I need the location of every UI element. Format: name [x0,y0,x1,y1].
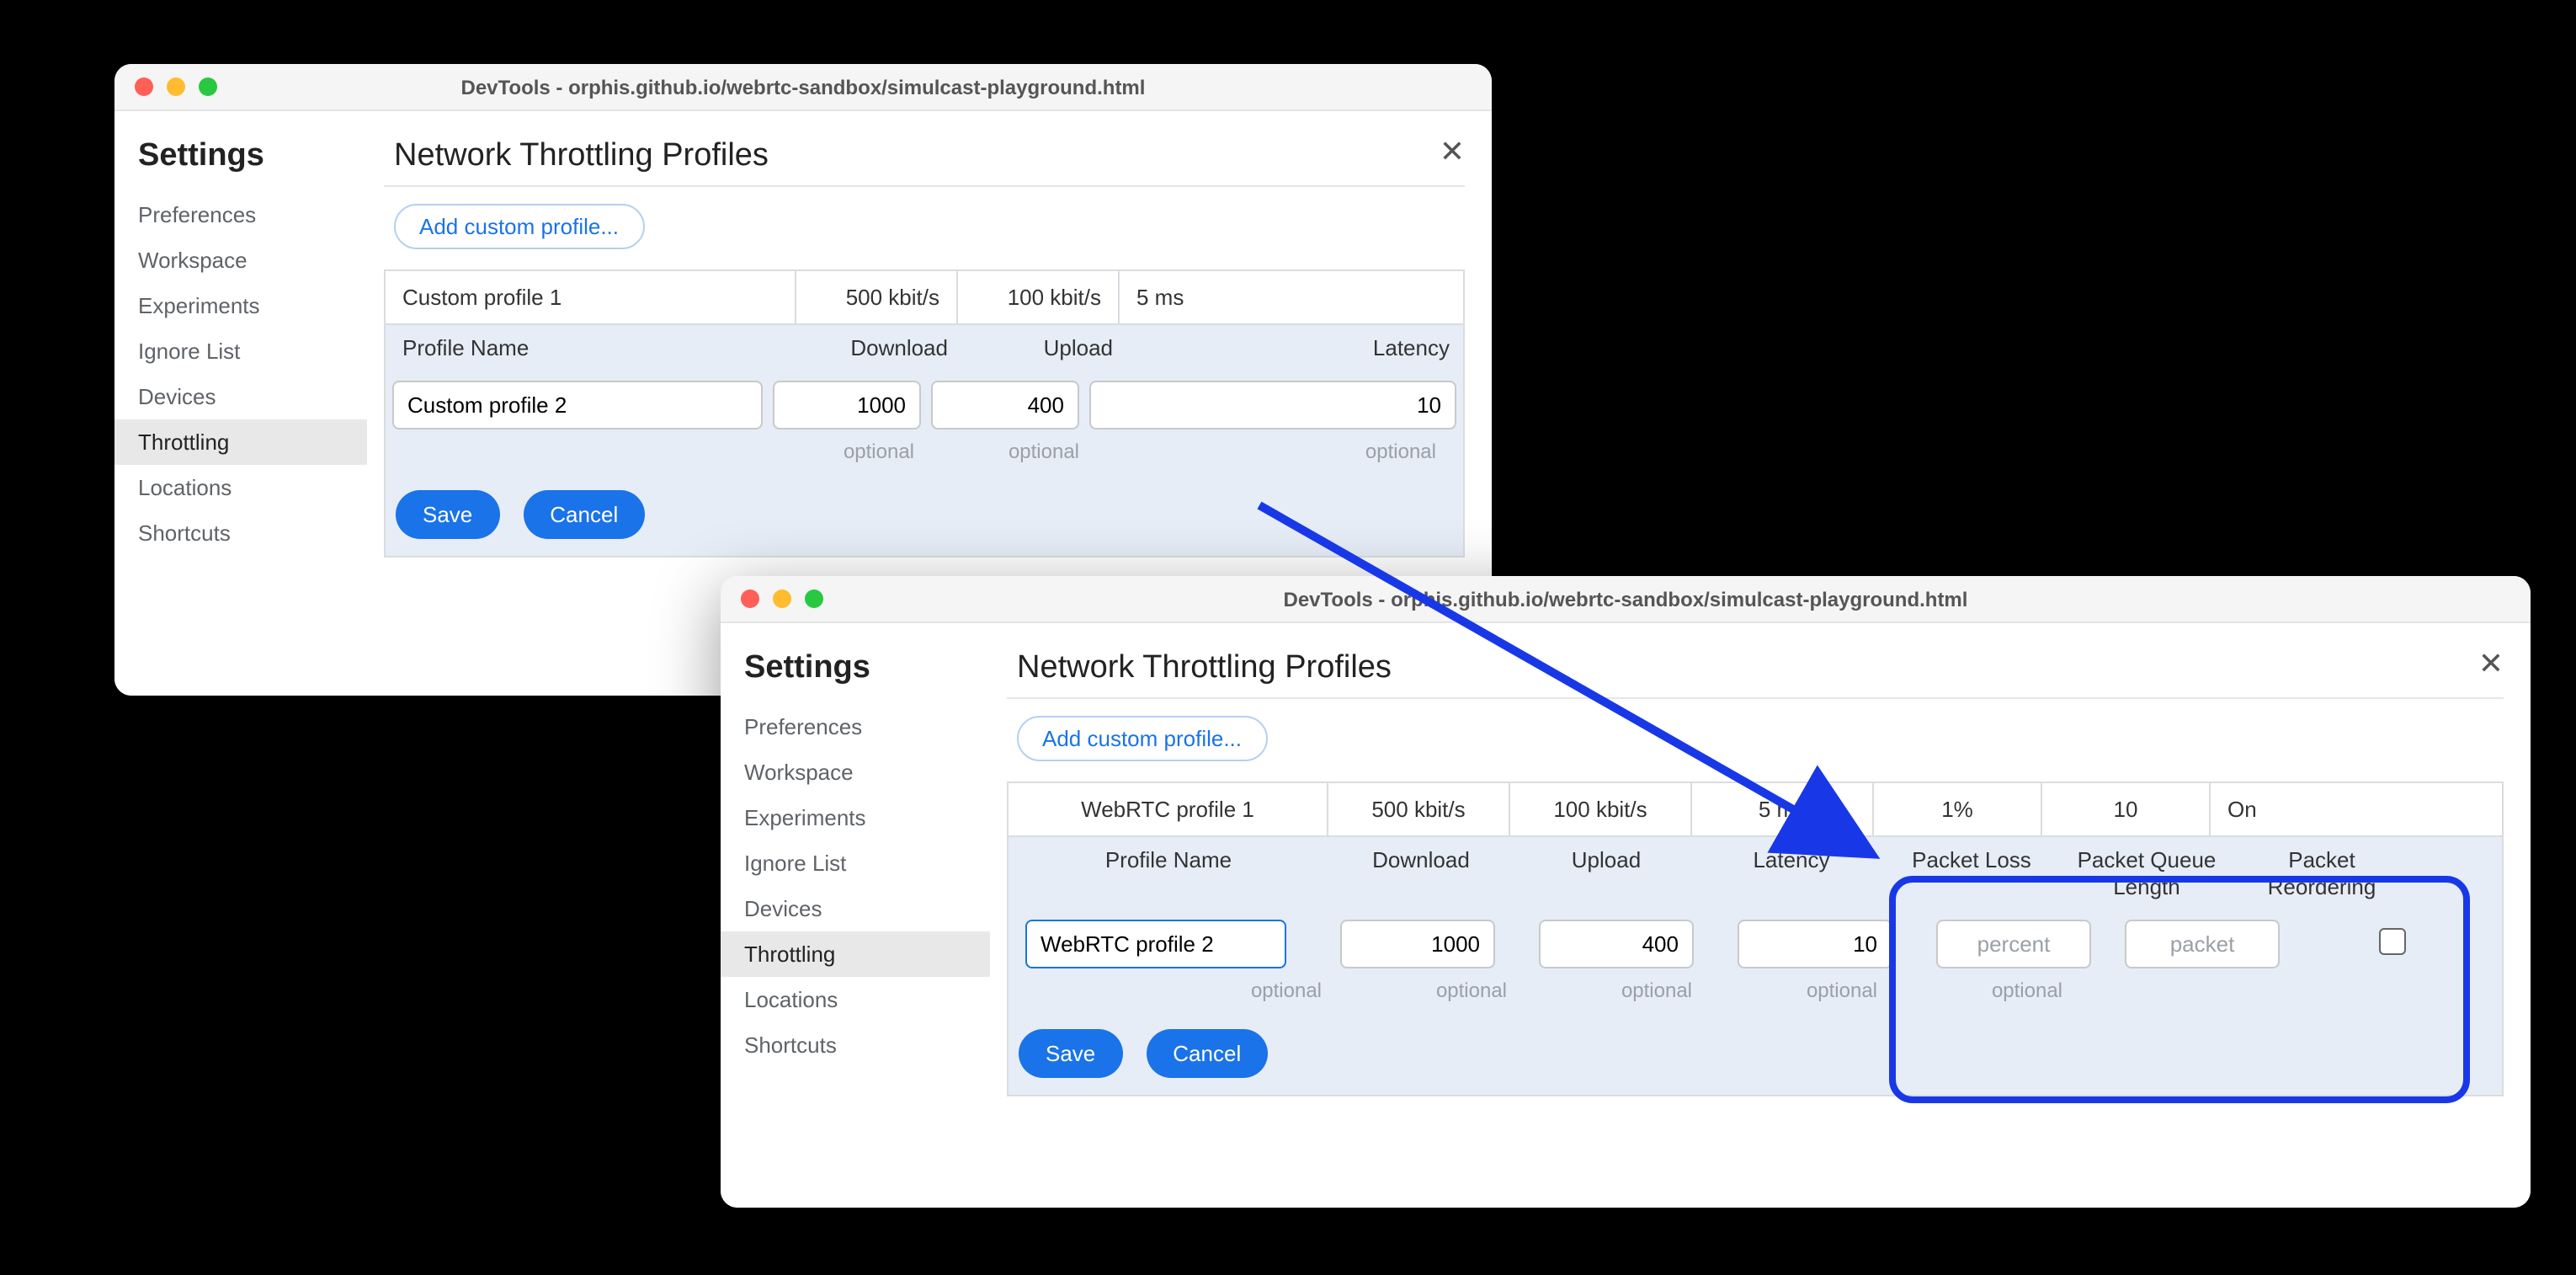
window-title: DevTools - orphis.github.io/webrtc-sandb… [114,75,1492,99]
close-icon[interactable]: ✕ [1440,135,1465,170]
header-latency: Latency [1126,325,1463,371]
profile-name-input[interactable] [1025,920,1286,968]
download-input[interactable] [1340,920,1495,968]
profile-download: 500 kbit/s [796,271,958,323]
sidebar-item-devices[interactable]: Devices [114,374,367,419]
profile-name: WebRTC profile 1 [1009,783,1328,835]
maximize-icon[interactable] [805,589,823,608]
traffic-lights [135,77,217,96]
section-title: Network Throttling Profiles [1017,650,2504,687]
divider [1007,697,2504,699]
add-profile-button[interactable]: Add custom profile... [1017,716,1267,761]
hint-download: optional [796,440,961,477]
download-input[interactable] [773,381,921,429]
hint-packet-queue: optional [1935,979,2120,1016]
profile-row[interactable]: Custom profile 1 500 kbit/s 100 kbit/s 5… [384,269,1465,323]
sidebar-item-devices[interactable]: Devices [721,886,990,931]
header-upload: Upload [961,325,1126,371]
header-download: Download [796,325,961,371]
latency-input[interactable] [1738,920,1892,968]
profile-name-input[interactable] [392,381,763,429]
sidebar-item-workspace[interactable]: Workspace [721,750,990,795]
hint-latency: optional [1126,440,1463,477]
devtools-window-after: DevTools - orphis.github.io/webrtc-sandb… [721,576,2531,1208]
profile-edit-form: Profile Name Download Upload Latency Pac… [1007,835,2504,1096]
minimize-icon[interactable] [167,77,185,96]
upload-input[interactable] [931,381,1079,429]
settings-header: Settings [114,131,367,192]
hint-download: optional [1194,979,1379,1016]
header-packet-reordering: Packet Reordering [2234,837,2409,910]
sidebar-item-locations[interactable]: Locations [114,465,367,510]
cancel-button[interactable]: Cancel [1146,1029,1268,1078]
header-download: Download [1328,837,1514,910]
window-title: DevTools - orphis.github.io/webrtc-sandb… [721,587,2531,611]
packet-queue-input[interactable] [2125,920,2280,968]
hint-latency: optional [1564,979,1749,1016]
profile-reordering: On [2211,783,2379,835]
minimize-icon[interactable] [773,589,791,608]
hint-packet-loss: optional [1749,979,1935,1016]
settings-sidebar: Settings Preferences Workspace Experimen… [721,623,990,1208]
sidebar-item-experiments[interactable]: Experiments [721,795,990,840]
titlebar[interactable]: DevTools - orphis.github.io/webrtc-sandb… [114,64,1492,111]
profile-edit-form: Profile Name Download Upload Latency opt… [384,323,1465,557]
save-button[interactable]: Save [1019,1029,1122,1078]
close-icon[interactable]: ✕ [2478,647,2504,682]
cancel-button[interactable]: Cancel [523,490,645,539]
sidebar-item-throttling[interactable]: Throttling [114,419,367,465]
sidebar-item-shortcuts[interactable]: Shortcuts [721,1022,990,1068]
close-icon[interactable] [135,77,153,96]
hint-upload: optional [1379,979,1564,1016]
packet-reordering-checkbox[interactable] [2379,928,2406,955]
sidebar-item-experiments[interactable]: Experiments [114,283,367,328]
profile-name: Custom profile 1 [386,271,796,323]
hint-spacer [386,440,796,477]
traffic-lights [741,589,823,608]
header-packet-loss: Packet Loss [1884,837,2059,910]
profile-upload: 100 kbit/s [1510,783,1692,835]
header-upload: Upload [1514,837,1699,910]
titlebar[interactable]: DevTools - orphis.github.io/webrtc-sandb… [721,576,2531,623]
hint-spacer [2120,979,2280,1016]
latency-input[interactable] [1089,381,1456,429]
header-profile-name: Profile Name [386,325,796,371]
sidebar-item-preferences[interactable]: Preferences [114,192,367,237]
profile-packet-loss: 1% [1874,783,2042,835]
sidebar-item-throttling[interactable]: Throttling [721,931,990,977]
header-profile-name: Profile Name [1009,837,1328,910]
settings-header: Settings [721,643,990,704]
sidebar-item-ignore-list[interactable]: Ignore List [721,840,990,886]
profile-download: 500 kbit/s [1328,783,1510,835]
sidebar-item-shortcuts[interactable]: Shortcuts [114,510,367,556]
upload-input[interactable] [1539,920,1694,968]
maximize-icon[interactable] [199,77,217,96]
sidebar-item-locations[interactable]: Locations [721,977,990,1022]
save-button[interactable]: Save [396,490,499,539]
sidebar-item-workspace[interactable]: Workspace [114,237,367,283]
hint-upload: optional [961,440,1126,477]
sidebar-item-preferences[interactable]: Preferences [721,704,990,750]
section-title: Network Throttling Profiles [394,138,1465,175]
settings-sidebar: Settings Preferences Workspace Experimen… [114,111,367,696]
profile-latency: 5 ms [1692,783,1874,835]
close-icon[interactable] [741,589,759,608]
header-latency: Latency [1699,837,1884,910]
profile-latency: 5 ms [1120,271,1463,323]
header-packet-queue: Packet Queue Length [2059,837,2234,910]
profile-upload: 100 kbit/s [958,271,1120,323]
profile-row[interactable]: WebRTC profile 1 500 kbit/s 100 kbit/s 5… [1007,782,2504,835]
hint-spacer [1009,979,1194,1016]
add-profile-button[interactable]: Add custom profile... [394,204,644,249]
packet-loss-input[interactable] [1936,920,2091,968]
settings-main: ✕ Network Throttling Profiles Add custom… [990,623,2531,1208]
profile-packet-queue: 10 [2042,783,2211,835]
divider [384,185,1465,187]
sidebar-item-ignore-list[interactable]: Ignore List [114,328,367,374]
